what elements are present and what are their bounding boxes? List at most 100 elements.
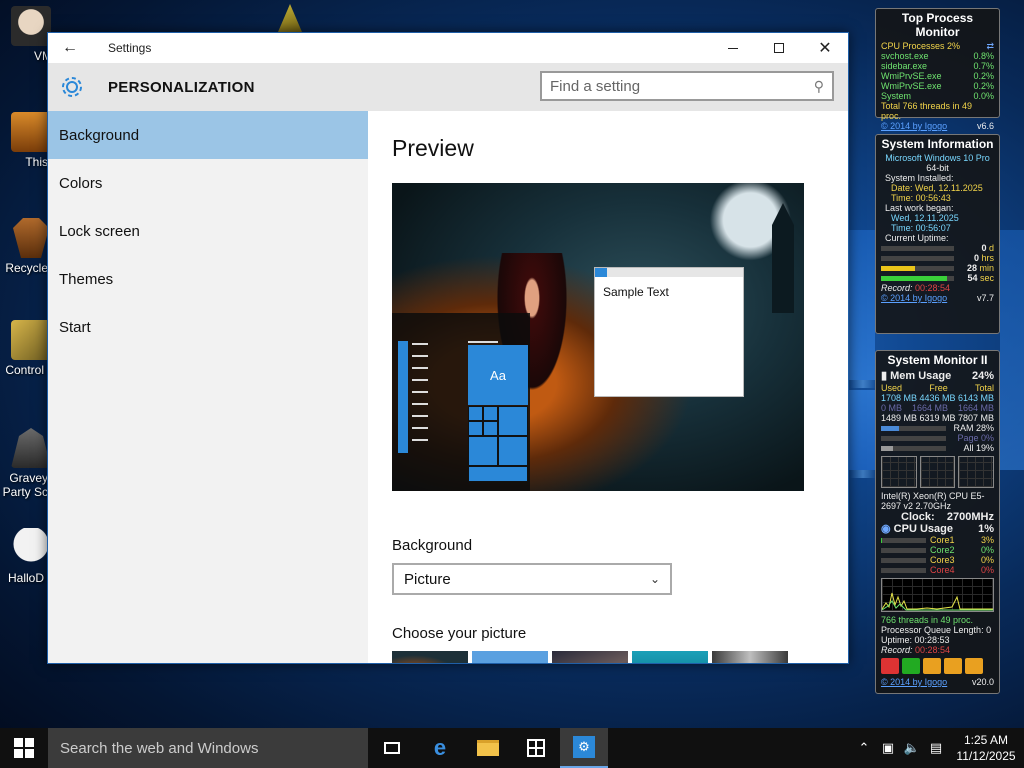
preview-line <box>468 341 498 343</box>
notifications-icon[interactable]: ▤ <box>924 740 948 756</box>
skull-icon <box>11 528 51 568</box>
uptime-bar <box>881 265 954 271</box>
top-process-monitor-gadget[interactable]: Top Process Monitor CPU Processes 2% ⇄ sv… <box>875 8 1000 131</box>
memory-bar <box>881 445 946 451</box>
back-button[interactable]: ← <box>48 33 92 63</box>
uptime-bar <box>881 255 954 261</box>
network-icon[interactable]: ▣ <box>876 740 900 756</box>
store-button[interactable] <box>512 728 560 768</box>
preview-sample-text: Sample Text <box>603 285 669 299</box>
preview-line <box>412 415 428 417</box>
core-bar-label: Core1 3% <box>930 535 994 545</box>
uptime-row: 0 d <box>881 243 994 253</box>
background-dropdown[interactable]: Picture ⌄ <box>392 563 672 595</box>
sidebar-item-themes[interactable]: Themes <box>48 255 368 303</box>
task-view-button[interactable] <box>368 728 416 768</box>
os-arch: 64-bit <box>926 163 949 173</box>
sidebar-item-colors[interactable]: Colors <box>48 159 368 207</box>
chevron-down-icon: ⌄ <box>649 572 660 586</box>
record-row: Record: 00:28:54 <box>881 645 951 655</box>
preview-window: Sample Text <box>594 267 744 397</box>
sidebar-item-lock-screen[interactable]: Lock screen <box>48 207 368 255</box>
uptime-value: 0 d <box>981 243 994 253</box>
preview-line <box>412 355 428 357</box>
core-bar <box>881 537 926 543</box>
choose-picture-label: Choose your picture <box>392 625 527 642</box>
picture-thumbnail[interactable] <box>712 651 788 663</box>
settings-header: PERSONALIZATION Find a setting ⚲ <box>48 63 848 111</box>
chevron-up-icon[interactable]: ⌃ <box>852 740 876 756</box>
start-button[interactable] <box>0 728 48 768</box>
arrow-left-icon: ← <box>62 39 78 56</box>
clock-date: 11/12/2025 <box>956 749 1016 763</box>
lastwork-time: Time: 00:56:07 <box>891 223 951 233</box>
gadget-footer: © 2014 by Igogo v20.0 <box>881 677 994 687</box>
settings-icon[interactable] <box>902 658 920 674</box>
settings-window[interactable]: ← Settings ✕ PERSONALIZATION Find a sett… <box>47 32 849 664</box>
picture-thumbnail[interactable] <box>472 651 548 663</box>
key-icon[interactable] <box>965 658 983 674</box>
core-bar-label: Core4 0% <box>930 565 994 575</box>
file-explorer-button[interactable] <box>464 728 512 768</box>
picture-thumbnail[interactable] <box>392 651 468 663</box>
preview-line <box>412 439 428 441</box>
graveyard-icon <box>11 428 51 468</box>
credit-link[interactable]: © 2014 by Igogo <box>881 121 947 131</box>
wallpaper-beam <box>850 470 876 478</box>
mem-row: 1489 MB 6319 MB 7807 MB <box>881 413 994 423</box>
windows-logo-icon <box>14 738 34 758</box>
process-row: sidebar.exe 0.7% <box>881 61 994 71</box>
task-view-icon <box>384 742 400 754</box>
search-input[interactable]: Find a setting <box>550 78 814 95</box>
core-bar <box>881 557 926 563</box>
memory-bar-label: All 19% <box>963 443 994 453</box>
power-icon[interactable] <box>881 658 899 674</box>
minimize-button[interactable] <box>710 33 756 63</box>
gadget-title: System Monitor II <box>887 353 988 367</box>
process-row: System 0.0% <box>881 91 994 101</box>
sidebar: Background Colors Lock screen Themes Sta… <box>48 111 368 663</box>
volume-muted-icon[interactable]: 🔈 <box>900 740 924 756</box>
clock-row: Clock: 2700MHz <box>901 511 994 523</box>
core-bar-label: Core3 0% <box>930 555 994 565</box>
cpu-processes-header: CPU Processes 2% ⇄ <box>881 41 994 51</box>
sidebar-item-background[interactable]: Background <box>48 111 368 159</box>
minimize-icon <box>728 47 738 49</box>
preview-tiles <box>468 406 528 482</box>
cpu-history-graph <box>881 578 994 612</box>
picture-thumbnail[interactable] <box>552 651 628 663</box>
page-title: PERSONALIZATION <box>108 78 255 96</box>
system-information-gadget[interactable]: System Information Microsoft Windows 10 … <box>875 134 1000 334</box>
close-button[interactable]: ✕ <box>802 33 848 63</box>
find-setting-search[interactable]: Find a setting ⚲ <box>540 71 834 101</box>
core-bar <box>881 547 926 553</box>
system-monitor-gadget[interactable]: System Monitor II ▮ Mem Usage 24% Used Fre… <box>875 350 1000 694</box>
shutdown-icon[interactable] <box>944 658 962 674</box>
wallpaper-beam <box>850 380 876 388</box>
background-label: Background <box>392 537 473 554</box>
threads-text: 766 threads in 49 proc. <box>881 615 974 625</box>
taskbar-search[interactable]: Search the web and Windows <box>48 728 368 768</box>
picture-thumbnail[interactable] <box>632 651 708 663</box>
search-icon: ⚲ <box>813 77 824 94</box>
maximize-button[interactable] <box>756 33 802 63</box>
memory-bar-row: All 19% <box>881 443 994 453</box>
core-bar-row: Core1 3% <box>881 535 994 545</box>
settings-taskbar-button[interactable]: ⚙ <box>560 728 608 768</box>
edge-button[interactable]: e <box>416 728 464 768</box>
folder-icon[interactable] <box>923 658 941 674</box>
core-bar-row: Core3 0% <box>881 555 994 565</box>
queue-text: Processor Queue Length: 0 <box>881 625 992 635</box>
hat-icon[interactable] <box>278 4 302 32</box>
mem-row: 0 MB 1664 MB 1664 MB <box>881 403 994 413</box>
preview-line <box>412 391 428 393</box>
mem-usage-row: ▮ Mem Usage 24% <box>881 370 994 382</box>
credit-link[interactable]: © 2014 by Igogo <box>881 677 947 687</box>
sidebar-item-start[interactable]: Start <box>48 303 368 351</box>
title-bar[interactable]: ← Settings ✕ <box>48 33 848 63</box>
process-row: WmiPrvSE.exe 0.2% <box>881 81 994 91</box>
credit-link[interactable]: © 2014 by Igogo <box>881 293 947 303</box>
mem-columns: Used Free Total <box>881 383 994 393</box>
clock[interactable]: 1:25 AM 11/12/2025 <box>948 732 1024 764</box>
vampire-icon <box>11 6 51 46</box>
